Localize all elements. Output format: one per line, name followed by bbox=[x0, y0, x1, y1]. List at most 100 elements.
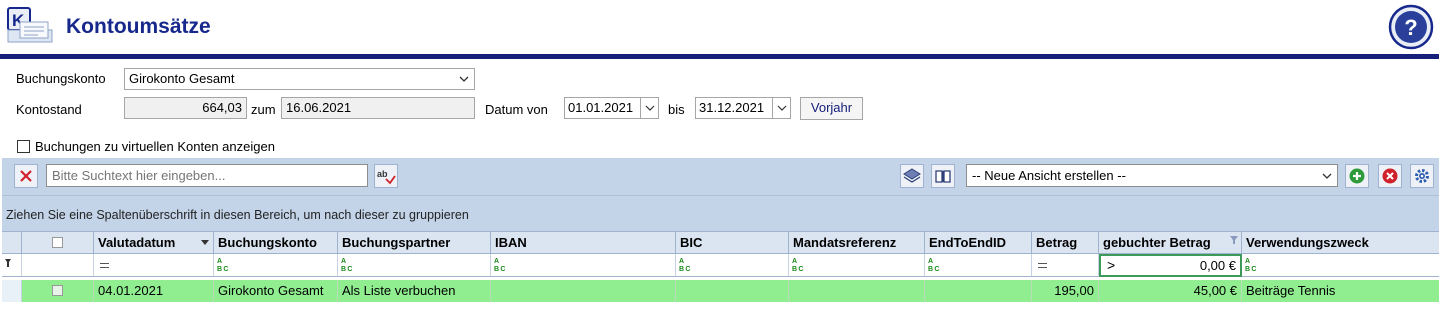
row-checkbox[interactable] bbox=[52, 285, 63, 296]
app-header: K Kontoumsätze ? bbox=[0, 0, 1439, 56]
chevron-down-icon bbox=[645, 105, 654, 111]
view-select[interactable]: -- Neue Ansicht erstellen -- bbox=[966, 164, 1338, 187]
close-icon bbox=[20, 170, 32, 182]
date-to-dropdown-button[interactable] bbox=[772, 98, 790, 118]
kontoumsaetze-logo-icon: K bbox=[7, 7, 53, 43]
table-cell-buchungskonto[interactable]: Girokonto Gesamt bbox=[214, 280, 338, 302]
account-select-value: Girokonto Gesamt bbox=[129, 71, 235, 86]
balance-date-field: 16.06.2021 bbox=[281, 97, 475, 119]
date-from-picker[interactable]: 01.01.2021 bbox=[564, 97, 659, 119]
column-header-label: Valutadatum bbox=[98, 235, 176, 250]
group-hint: Ziehen Sie eine Spaltenüberschrift in di… bbox=[6, 208, 469, 222]
filter-cell-verwendungszweck[interactable]: AB C bbox=[1242, 254, 1439, 277]
table-cell-endtoendid[interactable] bbox=[925, 280, 1032, 302]
account-select[interactable]: Girokonto Gesamt bbox=[124, 68, 475, 90]
view-settings-button[interactable] bbox=[1410, 164, 1434, 188]
filter-cell-betrag[interactable] bbox=[1032, 254, 1099, 277]
search-input[interactable] bbox=[46, 164, 368, 187]
column-header-endtoendid[interactable]: EndToEndID bbox=[925, 231, 1032, 254]
filter-cell-gebuchter-betrag[interactable]: > 0,00 € bbox=[1099, 254, 1242, 277]
date-to-value: 31.12.2021 bbox=[699, 100, 765, 115]
select-all-checkbox[interactable] bbox=[52, 237, 63, 248]
gear-icon bbox=[1415, 169, 1429, 183]
column-header-verwendungszweck[interactable]: Verwendungszweck bbox=[1242, 231, 1439, 254]
column-header-valutadatum[interactable]: Valutadatum bbox=[94, 231, 214, 254]
text-filter-icon: AB C bbox=[341, 258, 353, 273]
filter-row-indicator bbox=[2, 254, 22, 277]
table-cell-buchungspartner[interactable]: Als Liste verbuchen bbox=[338, 280, 491, 302]
filter-cell-mandatsreferenz[interactable]: AB C bbox=[789, 254, 925, 277]
transactions-grid: Valutadatum Buchungskonto Buchungspartne… bbox=[2, 231, 1439, 309]
clear-search-button[interactable] bbox=[14, 164, 38, 188]
plus-circle-icon bbox=[1349, 168, 1365, 184]
text-filter-icon: AB C bbox=[792, 258, 804, 273]
column-header-bic[interactable]: BIC bbox=[676, 231, 789, 254]
date-to-picker[interactable]: 31.12.2021 bbox=[695, 97, 791, 119]
column-header-buchungskonto[interactable]: Buchungskonto bbox=[214, 231, 338, 254]
filter-cell-valutadatum[interactable] bbox=[94, 254, 214, 277]
filter-cell-buchungspartner[interactable]: AB C bbox=[338, 254, 491, 277]
text-filter-icon: AB C bbox=[928, 258, 940, 273]
table-cell-betrag[interactable]: 195,00 bbox=[1032, 280, 1099, 302]
page-title: Kontoumsätze bbox=[66, 15, 211, 38]
book-icon bbox=[935, 170, 951, 183]
column-chooser-button[interactable] bbox=[931, 164, 955, 188]
equals-icon bbox=[100, 263, 109, 268]
grid-toolbar: ab -- Neue Ansicht erstellen -- bbox=[2, 158, 1439, 195]
view-select-value: -- Neue Ansicht erstellen -- bbox=[972, 168, 1126, 183]
column-header-buchungspartner[interactable]: Buchungspartner bbox=[338, 231, 491, 254]
equals-icon bbox=[1038, 263, 1047, 268]
filter-cell-iban[interactable]: AB C bbox=[491, 254, 676, 277]
spellcheck-icon: ab bbox=[377, 169, 396, 185]
filter-cell-buchungskonto[interactable]: AB C bbox=[214, 254, 338, 277]
table-cell-verwendungszweck[interactable]: Beiträge Tennis bbox=[1242, 280, 1439, 302]
table-cell-iban[interactable] bbox=[491, 280, 676, 302]
spellcheck-button[interactable]: ab bbox=[374, 164, 398, 188]
balance-label: Kontostand bbox=[16, 102, 82, 117]
layout-button[interactable] bbox=[900, 164, 924, 188]
filter-operator[interactable]: > bbox=[1107, 257, 1115, 273]
account-label: Buchungskonto bbox=[16, 71, 106, 86]
sort-desc-icon bbox=[201, 240, 209, 245]
filter-icon[interactable] bbox=[1230, 236, 1238, 244]
chevron-down-icon bbox=[1322, 173, 1332, 179]
text-filter-icon: AB C bbox=[494, 258, 506, 273]
select-all-header[interactable] bbox=[22, 231, 94, 254]
column-header-betrag[interactable]: Betrag bbox=[1032, 231, 1099, 254]
table-cell-bic[interactable] bbox=[676, 280, 789, 302]
table-cell-valutadatum[interactable]: 04.01.2021 bbox=[94, 280, 214, 302]
date-to-label: bis bbox=[668, 102, 685, 117]
date-from-dropdown-button[interactable] bbox=[640, 98, 658, 118]
add-view-button[interactable] bbox=[1345, 164, 1369, 188]
row-indicator-header bbox=[2, 231, 22, 254]
balance-date-label: zum bbox=[251, 102, 276, 117]
column-header-gebuchter-betrag[interactable]: gebuchter Betrag bbox=[1099, 231, 1242, 254]
filter-icon bbox=[5, 259, 11, 267]
virtual-accounts-checkbox[interactable] bbox=[17, 140, 30, 153]
date-from-value: 01.01.2021 bbox=[568, 100, 634, 115]
column-header-label: gebuchter Betrag bbox=[1103, 235, 1211, 250]
layers-icon bbox=[903, 168, 921, 183]
table-cell-gebuchter-betrag[interactable]: 45,00 € bbox=[1099, 280, 1242, 302]
filter-value: 0,00 € bbox=[1199, 258, 1236, 273]
svg-text:ab: ab bbox=[377, 169, 388, 179]
group-by-panel[interactable]: Ziehen Sie eine Spaltenüberschrift in di… bbox=[2, 195, 1439, 232]
prev-year-button[interactable]: Vorjahr bbox=[800, 97, 863, 120]
filter-cell-bic[interactable]: AB C bbox=[676, 254, 789, 277]
text-filter-icon: AB C bbox=[217, 258, 229, 273]
column-header-iban[interactable]: IBAN bbox=[491, 231, 676, 254]
help-icon[interactable]: ? bbox=[1388, 4, 1434, 50]
filter-cell-select bbox=[22, 254, 94, 277]
svg-text:?: ? bbox=[1404, 15, 1417, 40]
header-divider bbox=[0, 54, 1439, 59]
table-cell-mandatsreferenz[interactable] bbox=[789, 280, 925, 302]
text-filter-icon: AB C bbox=[679, 258, 691, 273]
virtual-accounts-label: Buchungen zu virtuellen Konten anzeigen bbox=[35, 139, 275, 154]
row-indicator[interactable] bbox=[2, 280, 22, 302]
column-header-mandatsreferenz[interactable]: Mandatsreferenz bbox=[789, 231, 925, 254]
delete-view-button[interactable] bbox=[1378, 164, 1402, 188]
row-select-cell[interactable] bbox=[22, 280, 94, 302]
delete-circle-icon bbox=[1382, 168, 1398, 184]
filter-cell-endtoendid[interactable]: AB C bbox=[925, 254, 1032, 277]
date-from-label: Datum von bbox=[485, 102, 548, 117]
